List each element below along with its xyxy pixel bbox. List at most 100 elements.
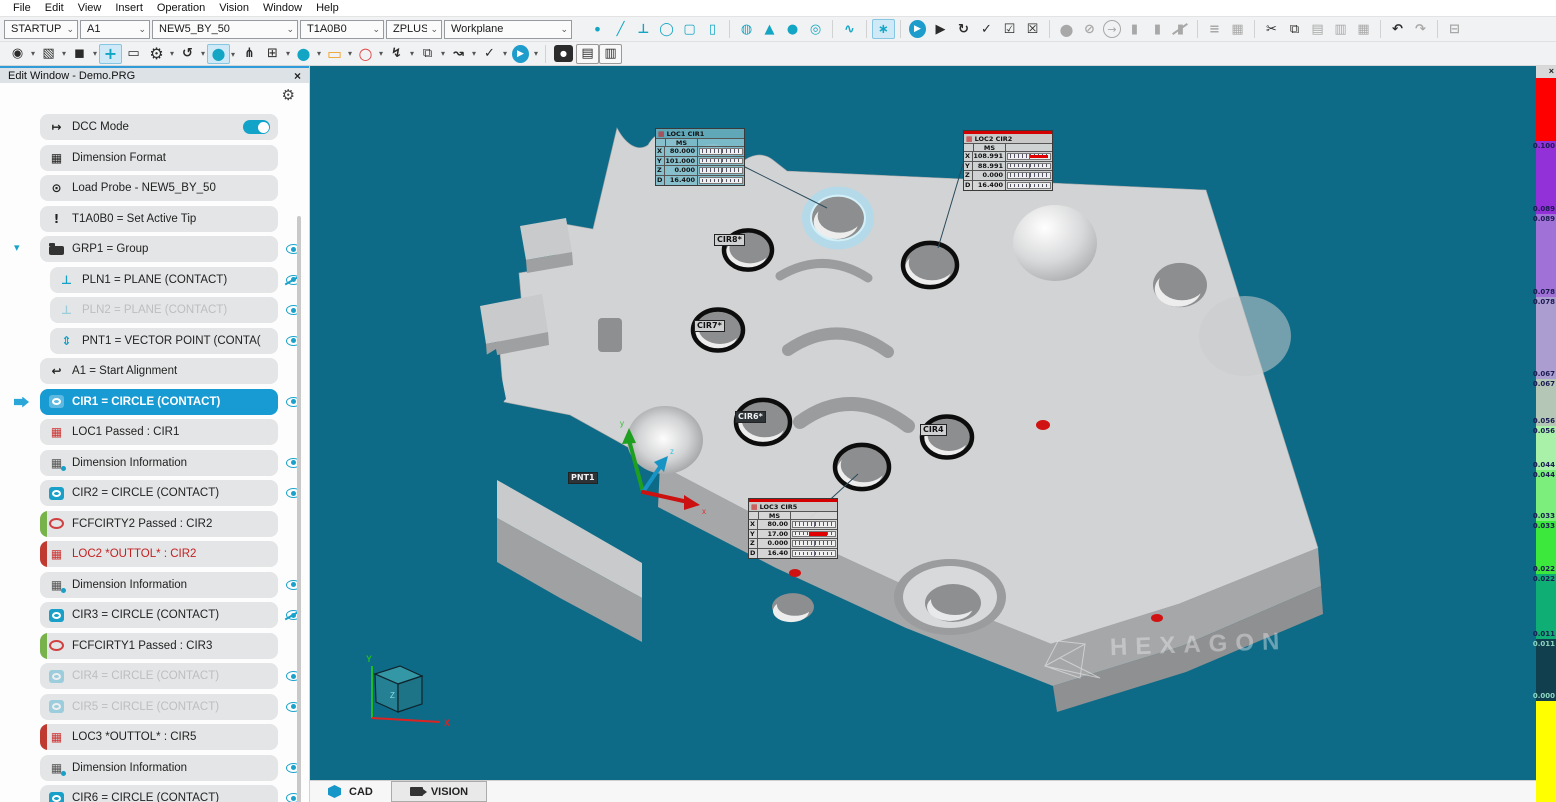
tree-item-button[interactable]: ⊥PLN2 = PLANE (CONTACT) — [50, 297, 278, 323]
combo-startup[interactable]: STARTUP ⌄ — [4, 20, 78, 39]
mark-done-icon[interactable]: ✓ — [975, 19, 998, 39]
cone-feature-icon[interactable]: ▲ — [758, 19, 781, 39]
wireframe-view-icon[interactable]: ▧▾ — [37, 44, 60, 64]
undo-icon[interactable]: ↶ — [1386, 19, 1409, 39]
gear-icon[interactable]: ⚙ — [282, 86, 295, 104]
feature-selector-icon[interactable]: ⊞▾ — [261, 44, 284, 64]
window-layout-icon[interactable]: ⧉▾ — [416, 44, 439, 64]
dcc-toggle[interactable] — [243, 120, 270, 134]
sphere-feature-icon[interactable]: ● — [781, 19, 804, 39]
dropdown-arrow-icon[interactable]: ▾ — [286, 49, 290, 58]
menu-view[interactable]: View — [71, 2, 109, 14]
report-list-icon[interactable]: ≡ — [1203, 19, 1226, 39]
circle-tool-icon[interactable]: ○▾ — [354, 44, 377, 64]
expander-icon[interactable]: ▾ — [14, 241, 20, 254]
stop-icon[interactable]: ● — [1055, 19, 1078, 39]
cut-icon[interactable]: ✂ — [1260, 19, 1283, 39]
close-icon[interactable]: × — [294, 69, 301, 83]
combo-t1a0b0[interactable]: T1A0B0 ⌄ — [300, 20, 384, 39]
dropdown-arrow-icon[interactable]: ▾ — [170, 49, 174, 58]
dropdown-arrow-icon[interactable]: ▾ — [317, 49, 321, 58]
line-feature-icon[interactable]: ╱ — [609, 19, 632, 39]
tree-item-button[interactable]: ▦Dimension Information — [40, 572, 278, 598]
tree-item-button[interactable]: ▦LOC2 *OUTTOL* : CIR2 — [40, 541, 278, 567]
report-grid-icon[interactable]: ▦ — [1226, 19, 1249, 39]
paste-icon[interactable]: ▤ — [1306, 19, 1329, 39]
tree-item-button[interactable]: ↩A1 = Start Alignment — [40, 358, 278, 384]
rect-feature-icon[interactable]: ▯ — [701, 19, 724, 39]
rotate-view-icon[interactable]: ↺▾ — [176, 44, 199, 64]
tree-item-button[interactable]: ▦LOC1 Passed : CIR1 — [40, 419, 278, 445]
dropdown-arrow-icon[interactable]: ▾ — [231, 50, 235, 59]
execute-program-icon[interactable]: ▶ — [906, 19, 929, 39]
tree-item-button[interactable]: FCFCIRTY1 Passed : CIR3 — [40, 633, 278, 659]
tree-item-button[interactable]: !T1A0B0 = Set Active Tip — [40, 206, 278, 232]
probe-mode-icon[interactable]: ◉▾ — [6, 44, 29, 64]
stop-disabled-icon[interactable]: ⊘ — [1078, 19, 1101, 39]
menu-vision[interactable]: Vision — [212, 2, 256, 14]
combo-a1[interactable]: A1 ⌄ — [80, 20, 150, 39]
dropdown-arrow-icon[interactable]: ▾ — [441, 49, 445, 58]
dropdown-arrow-icon[interactable]: ▾ — [31, 49, 35, 58]
dropdown-arrow-icon[interactable]: ▾ — [201, 49, 205, 58]
analysis-window-icon[interactable]: ▥ — [599, 44, 622, 64]
print-icon[interactable]: ⊟ — [1443, 19, 1466, 39]
confirm-icon[interactable]: ✓▾ — [478, 44, 501, 64]
combo-workplane[interactable]: Workplane ⌄ — [444, 20, 572, 39]
menu-edit[interactable]: Edit — [38, 2, 71, 14]
tree-item-button[interactable]: ⊙Load Probe - NEW5_BY_50 — [40, 175, 278, 201]
tab-cad[interactable]: CAD — [310, 781, 391, 802]
gear-options-icon[interactable]: ⚙▾ — [145, 44, 168, 64]
report-window-icon[interactable]: ▤ — [576, 44, 599, 64]
loop-icon[interactable]: ↻ — [952, 19, 975, 39]
cad-viewport[interactable]: y z x Y X Z — [310, 66, 1536, 780]
bookmark-icon[interactable]: ▮ — [1123, 19, 1146, 39]
sphere-tool-icon[interactable]: ●▾ — [292, 44, 315, 64]
slot-feature-icon[interactable]: ▢ — [678, 19, 701, 39]
clipboard-grid-icon[interactable]: ▦ — [1352, 19, 1375, 39]
tree-item-button[interactable]: CIR5 = CIRCLE (CONTACT) — [40, 694, 278, 720]
dropdown-arrow-icon[interactable]: ▾ — [379, 49, 383, 58]
tree-item-button[interactable]: ▦LOC3 *OUTTOL* : CIR5 — [40, 724, 278, 750]
tree-item-button[interactable]: FCFCIRTY2 Passed : CIR2 — [40, 511, 278, 537]
color-scale-close-icon[interactable]: × — [1536, 66, 1556, 78]
probe-vector-icon[interactable]: ⋔ — [238, 44, 261, 64]
menu-help[interactable]: Help — [309, 2, 346, 14]
pan-view-icon[interactable]: + — [99, 44, 122, 64]
perpendicular-feature-icon[interactable]: ⊥ — [632, 19, 655, 39]
torus-feature-icon[interactable]: ◎ — [804, 19, 827, 39]
execute-from-cursor-icon[interactable]: ▶ — [929, 19, 952, 39]
auto-feature-icon[interactable]: ∗ — [872, 19, 895, 39]
probe-toolbox-icon[interactable]: ●▾ — [207, 44, 230, 64]
tree-item-button[interactable]: ▦Dimension Format — [40, 145, 278, 171]
sidebar-scrollbar[interactable] — [297, 216, 301, 802]
circle-feature-icon[interactable]: ◯ — [655, 19, 678, 39]
tree-item-button[interactable]: ▦Dimension Information — [40, 450, 278, 476]
tree-item-button[interactable]: CIR4 = CIRCLE (CONTACT) — [40, 663, 278, 689]
solid-view-icon[interactable]: ◼▾ — [68, 44, 91, 64]
dropdown-arrow-icon[interactable]: ▾ — [472, 49, 476, 58]
tree-item-button[interactable]: CIR1 = CIRCLE (CONTACT) — [40, 389, 278, 415]
tree-item-button[interactable]: CIR6 = CIRCLE (CONTACT) — [40, 785, 278, 802]
redo-icon[interactable]: ↷ — [1409, 19, 1432, 39]
dropdown-arrow-icon[interactable]: ▾ — [534, 49, 538, 58]
tree-item-button[interactable]: CIR2 = CIRCLE (CONTACT) — [40, 480, 278, 506]
combo-zplus[interactable]: ZPLUS ⌄ — [386, 20, 442, 39]
tree-item-button[interactable]: ↦DCC Mode — [40, 114, 278, 140]
tree-item-button[interactable]: ⊥PLN1 = PLANE (CONTACT) — [50, 267, 278, 293]
tree-item-button[interactable]: GRP1 = Group — [40, 236, 278, 262]
dropdown-arrow-icon[interactable]: ▾ — [62, 49, 66, 58]
slot-tool-icon[interactable]: ▭▾ — [323, 44, 346, 64]
tree-item-button[interactable]: ⇕PNT1 = VECTOR POINT (CONTA( — [50, 328, 278, 354]
tab-vision[interactable]: VISION — [391, 781, 487, 802]
combo-new5_by_50[interactable]: NEW5_BY_50 ⌄ — [152, 20, 298, 39]
tree-item-button[interactable]: CIR3 = CIRCLE (CONTACT) — [40, 602, 278, 628]
graph-tool-icon[interactable]: ↯▾ — [385, 44, 408, 64]
continue-icon[interactable]: → — [1103, 20, 1121, 38]
dropdown-arrow-icon[interactable]: ▾ — [348, 49, 352, 58]
dim-callout-loc1[interactable]: ▦ LOC1 CIR1 MS X 80.000 Y 101.000 Z 0.00… — [655, 128, 745, 186]
bookmark-insert-icon[interactable]: ▮ — [1146, 19, 1169, 39]
cancel-report-icon[interactable]: ☒ — [1021, 19, 1044, 39]
menu-file[interactable]: File — [6, 2, 38, 14]
paste-special-icon[interactable]: ▥ — [1329, 19, 1352, 39]
